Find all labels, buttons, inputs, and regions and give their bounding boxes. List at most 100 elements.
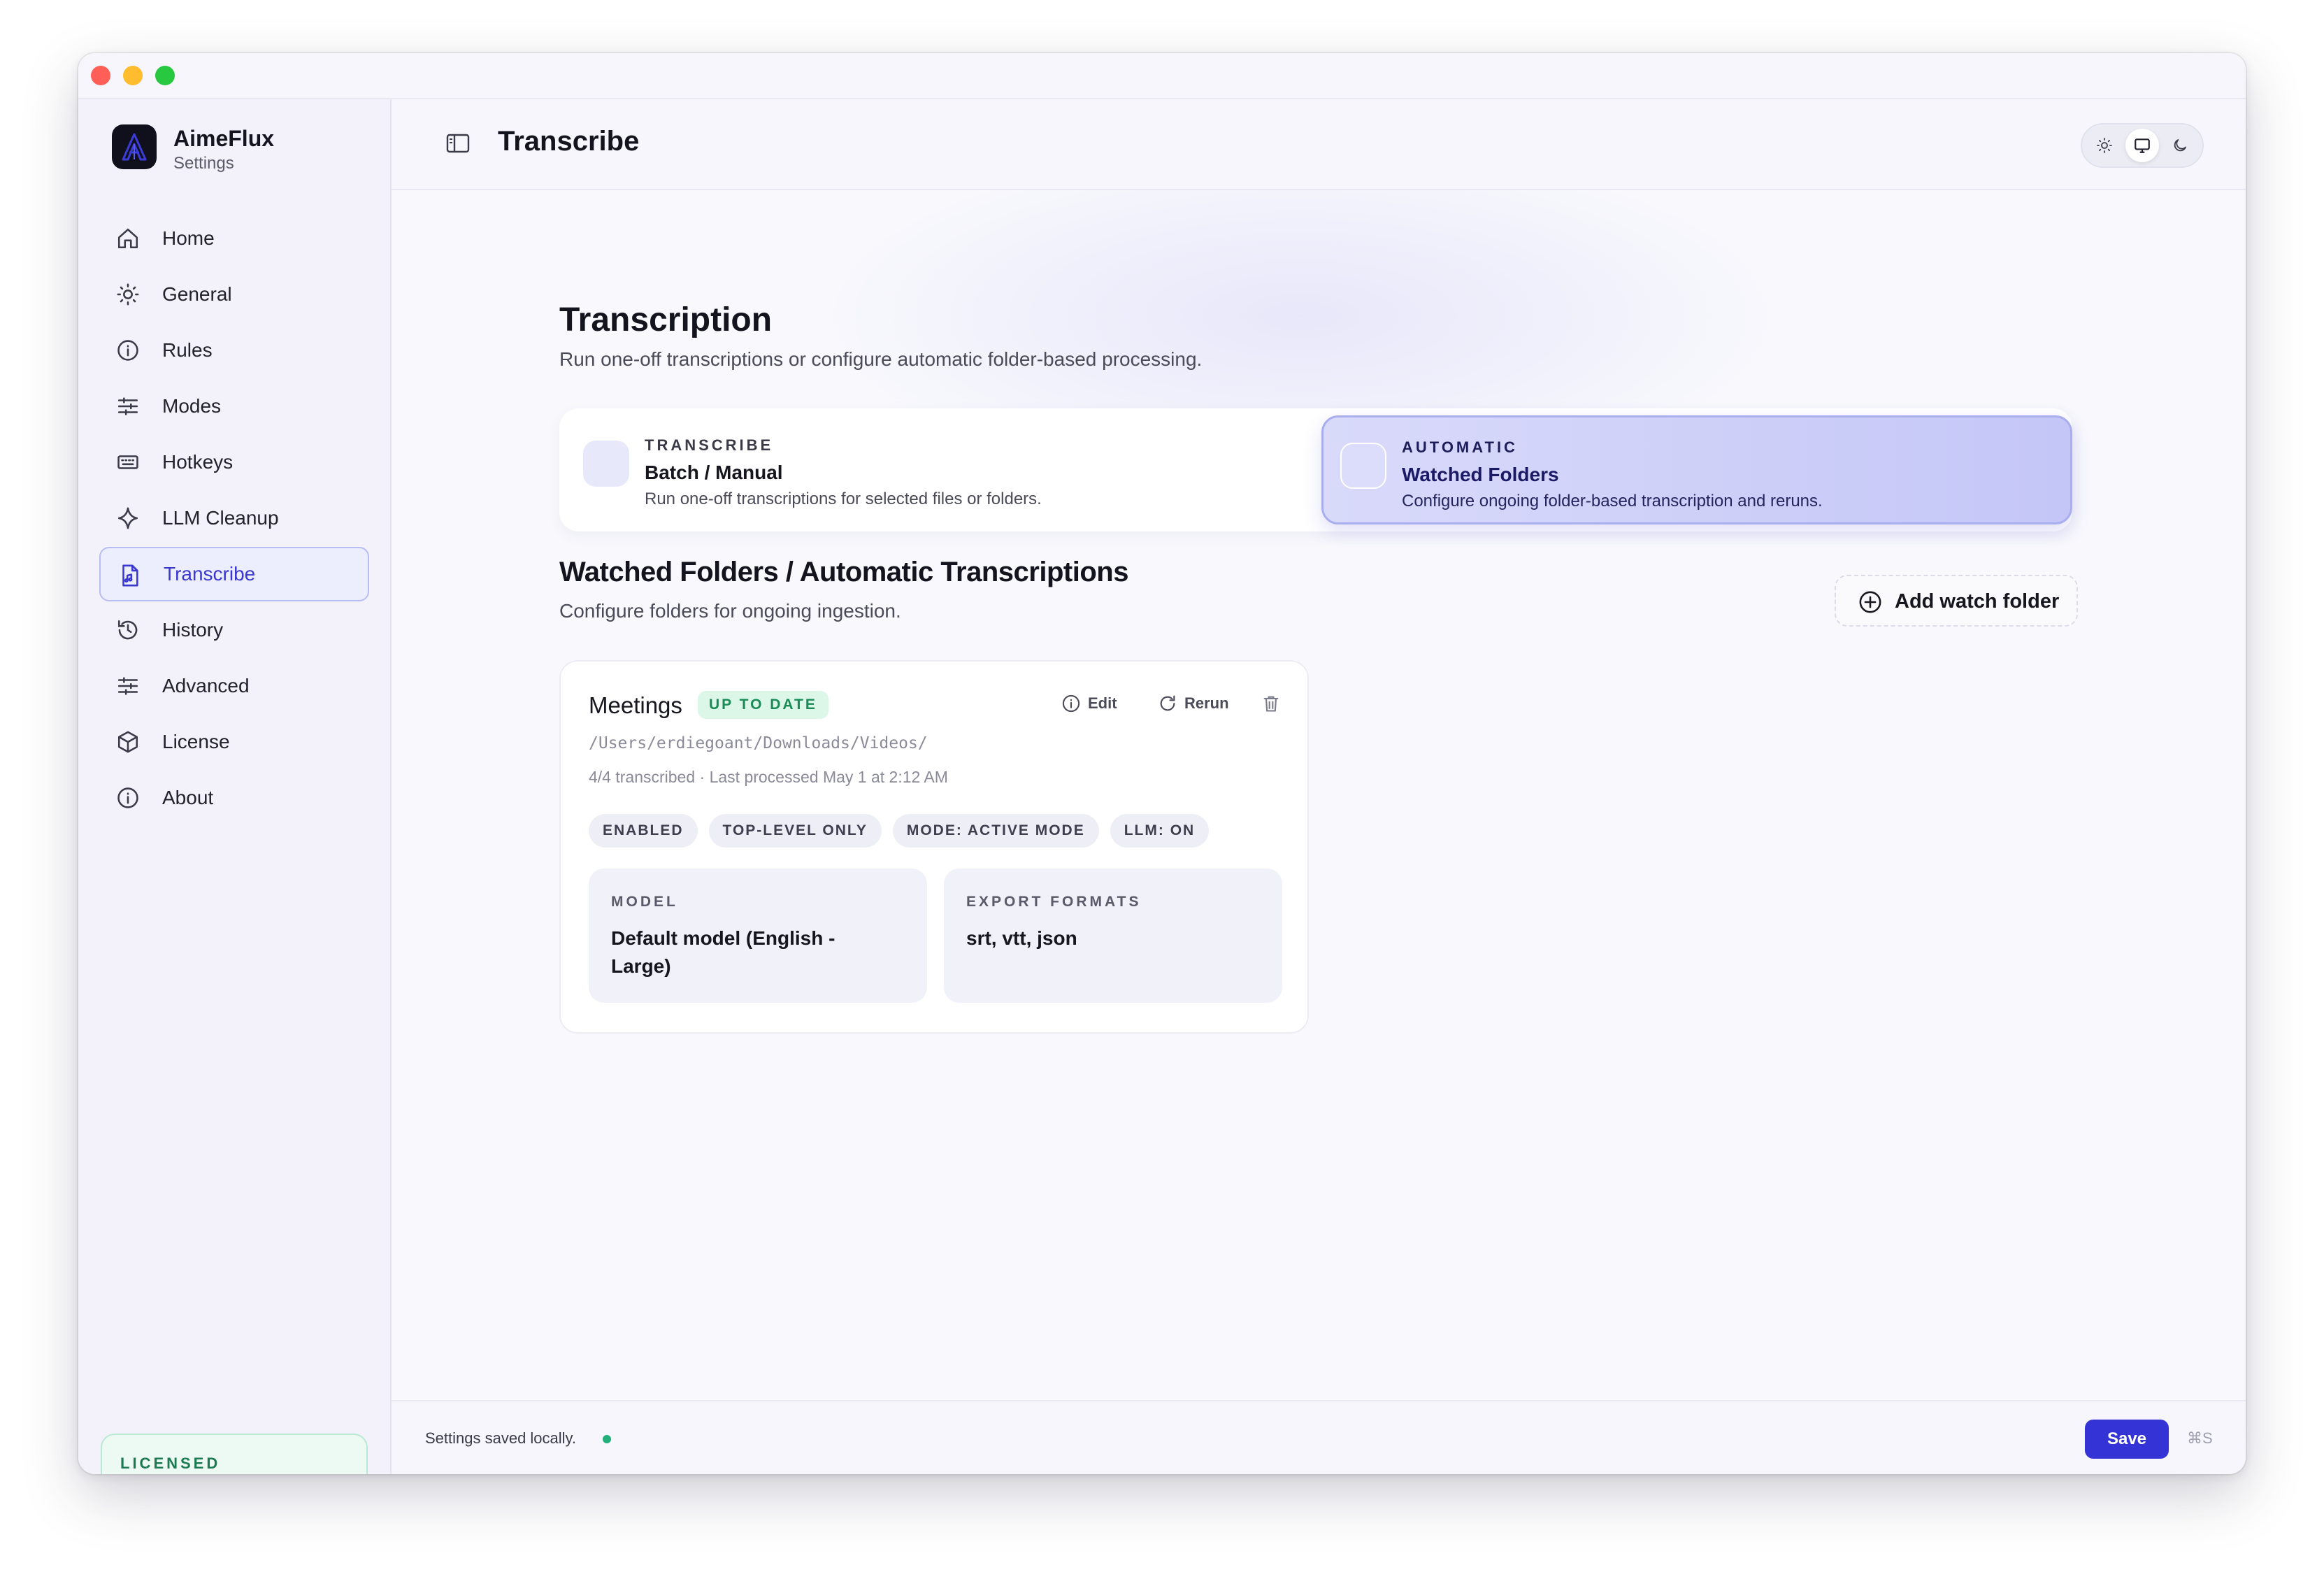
sliders-icon <box>117 397 138 415</box>
tag-label: LLM: ON <box>1124 822 1196 838</box>
sidebar-item-transcribe[interactable]: Transcribe <box>99 547 369 601</box>
sidebar-item-label: License <box>162 731 230 752</box>
sun-icon <box>2097 138 2112 153</box>
sidebar-item-llm-cleanup[interactable]: LLM Cleanup <box>99 491 369 545</box>
info-icon <box>117 340 138 361</box>
refresh-icon <box>1160 695 1175 711</box>
license-badge-label: LICENSED <box>120 1455 221 1472</box>
sidebar-item-home[interactable]: Home <box>99 211 369 266</box>
theme-system-button[interactable] <box>2125 129 2159 162</box>
tag-label: TOP-LEVEL ONLY <box>722 822 868 838</box>
theme-light-button[interactable] <box>2088 129 2121 162</box>
rerun-button[interactable]: Rerun <box>1158 694 1229 713</box>
add-watch-folder-button[interactable]: Add watch folder <box>1835 575 2078 627</box>
sidebar-item-rules[interactable]: Rules <box>99 323 369 378</box>
sun-icon <box>117 283 139 306</box>
app-name: AimeFlux <box>173 126 275 151</box>
sidebar-item-advanced[interactable]: Advanced <box>99 659 369 713</box>
info-icon <box>1062 694 1080 713</box>
mode-kicker: TRANSCRIBE <box>645 436 774 454</box>
folder-progress: 4/4 transcribed · Last processed May 1 a… <box>589 768 948 786</box>
trash-icon <box>1263 696 1279 712</box>
delete-button[interactable] <box>1261 694 1281 713</box>
title-bar <box>78 53 2246 99</box>
sidebar-item-about[interactable]: About <box>99 771 369 825</box>
mode-title: Watched Folders <box>1402 464 1559 485</box>
edit-label: Edit <box>1088 694 1117 712</box>
tag-enabled: ENABLED <box>589 814 698 848</box>
save-button[interactable]: Save <box>2085 1420 2169 1459</box>
mode-description: Configure ongoing folder-based transcrip… <box>1402 492 1823 510</box>
sidebar-item-label: History <box>162 619 224 641</box>
main-panel: Transcribe Transcription Run one-off tra… <box>392 99 2246 1474</box>
mode-title: Batch / Manual <box>645 462 783 483</box>
theme-dark-button[interactable] <box>2163 129 2197 162</box>
watch-folder-card: Meetings UP TO DATE Edit Rerun /Users/er… <box>559 660 1309 1034</box>
mode-option-batch[interactable]: TRANSCRIBE Batch / Manual Run one-off tr… <box>566 415 1319 524</box>
folder-path: /Users/erdiegoant/Downloads/Videos/ <box>589 734 928 752</box>
tag-label: ENABLED <box>603 822 684 838</box>
page-title: Transcribe <box>498 126 640 157</box>
model-value: Default model (English - Large) <box>611 927 835 977</box>
sidebar-item-label: Home <box>162 227 215 249</box>
zoom-window-button[interactable] <box>155 66 175 85</box>
watched-folders-description: Configure folders for ongoing ingestion. <box>559 600 901 622</box>
mode-kicker: AUTOMATIC <box>1402 438 1518 456</box>
rerun-label: Rerun <box>1184 694 1229 712</box>
close-window-button[interactable] <box>91 66 110 85</box>
history-icon <box>117 620 138 640</box>
sidebar-item-hotkeys[interactable]: Hotkeys <box>99 435 369 490</box>
sidebar-item-label: Rules <box>162 339 213 361</box>
footer-bar: Settings saved locally. Save ⌘S <box>392 1400 2246 1474</box>
sidebar: AimeFlux Settings Home General Rules Mod… <box>78 99 392 1474</box>
mode-selector: TRANSCRIBE Batch / Manual Run one-off tr… <box>559 408 2072 531</box>
keyboard-icon <box>117 455 138 469</box>
model-label: MODEL <box>611 894 678 910</box>
theme-switcher <box>2081 123 2204 168</box>
section-description: Run one-off transcriptions or configure … <box>559 348 1203 370</box>
sidebar-item-license[interactable]: License <box>99 715 369 769</box>
plus-circle-icon <box>1859 591 1881 613</box>
folder-tags: ENABLED TOP-LEVEL ONLY MODE: ACTIVE MODE… <box>589 814 1210 848</box>
export-formats-label: EXPORT FORMATS <box>966 894 1142 910</box>
app-window: AimeFlux Settings Home General Rules Mod… <box>78 53 2246 1474</box>
edit-button[interactable]: Edit <box>1061 694 1117 713</box>
mode-icon <box>583 441 629 487</box>
sidebar-item-modes[interactable]: Modes <box>99 379 369 434</box>
home-icon <box>117 228 138 249</box>
sparkle-icon <box>117 507 138 529</box>
model-info: MODEL Default model (English - Large) <box>589 869 927 1003</box>
sidebar-item-general[interactable]: General <box>99 267 369 322</box>
minimize-window-button[interactable] <box>123 66 143 85</box>
mode-option-watched[interactable]: AUTOMATIC Watched Folders Configure ongo… <box>1321 415 2072 524</box>
save-status-text: Settings saved locally. <box>425 1429 577 1447</box>
folder-name: Meetings <box>589 692 682 718</box>
sidebar-item-history[interactable]: History <box>99 603 369 657</box>
sidebar-item-label: General <box>162 283 232 305</box>
sidebar-item-label: Advanced <box>162 675 250 696</box>
info-icon <box>117 787 138 808</box>
save-status-dot <box>603 1435 611 1443</box>
mode-icon <box>1340 443 1386 489</box>
sidebar-item-label: Transcribe <box>164 563 256 585</box>
header: Transcribe <box>392 99 2246 190</box>
section-heading: Transcription <box>559 301 773 338</box>
tag-label: MODE: ACTIVE MODE <box>906 822 1085 838</box>
sidebar-item-label: Modes <box>162 395 222 417</box>
tag-mode: MODE: ACTIVE MODE <box>892 814 1099 848</box>
sliders-icon <box>117 677 138 695</box>
sidebar-item-label: About <box>162 787 214 808</box>
sidebar-nav: Home General Rules Modes Hotkeys LLM Cle… <box>99 211 369 827</box>
export-formats-info: EXPORT FORMATS srt, vtt, json <box>944 869 1282 1003</box>
sidebar-toggle-icon[interactable] <box>446 133 470 154</box>
sidebar-item-label: Hotkeys <box>162 451 234 473</box>
box-icon <box>117 731 138 753</box>
export-formats-value: srt, vtt, json <box>966 927 1077 949</box>
moon-icon <box>2174 139 2186 152</box>
sidebar-item-label: LLM Cleanup <box>162 507 279 529</box>
mode-description: Run one-off transcriptions for selected … <box>645 490 1042 508</box>
save-button-label: Save <box>2107 1429 2147 1448</box>
status-badge: UP TO DATE <box>698 691 829 719</box>
watched-folders-title: Watched Folders / Automatic Transcriptio… <box>559 557 1128 587</box>
add-watch-folder-label: Add watch folder <box>1895 590 2060 613</box>
